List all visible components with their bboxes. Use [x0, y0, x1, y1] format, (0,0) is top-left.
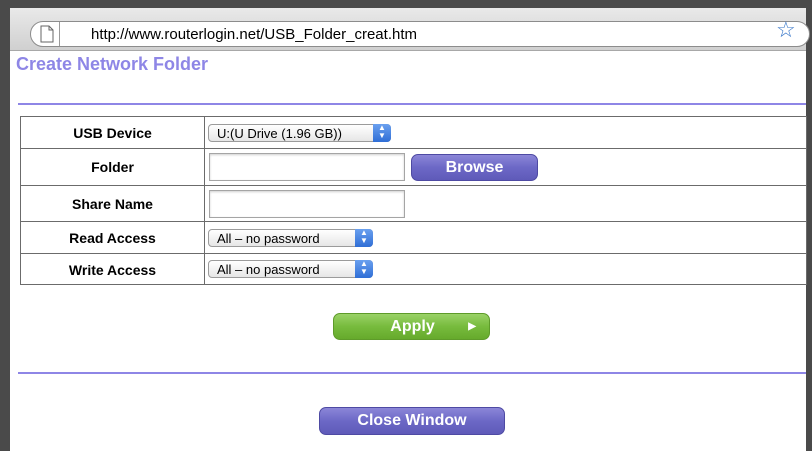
play-arrow-icon: ▶ [468, 321, 476, 332]
close-window-button[interactable]: Close Window [319, 407, 505, 435]
folder-input[interactable] [209, 153, 405, 181]
usb-device-label: USB Device [73, 125, 152, 141]
address-bar[interactable]: http://www.routerlogin.net/USB_Folder_cr… [30, 21, 810, 47]
row-read-access: Read Access All – no password ▲ ▼ [21, 222, 806, 254]
divider-bottom [18, 372, 806, 374]
window-frame-top [0, 0, 812, 8]
folder-label: Folder [91, 159, 134, 175]
row-share-name: Share Name [21, 186, 806, 222]
read-access-label: Read Access [69, 230, 156, 246]
read-access-select[interactable]: All – no password ▲ ▼ [208, 229, 373, 247]
page-title: Create Network Folder [16, 54, 209, 74]
address-separator [59, 22, 60, 46]
apply-button[interactable]: Apply ▶ [333, 313, 490, 340]
up-down-arrows-icon: ▲ ▼ [355, 260, 373, 278]
browse-button[interactable]: Browse [411, 154, 538, 181]
write-access-label: Write Access [68, 262, 157, 278]
row-folder: Folder Browse [21, 149, 806, 186]
up-down-arrows-icon: ▲ ▼ [373, 124, 391, 142]
browser-toolbar: http://www.routerlogin.net/USB_Folder_cr… [10, 8, 810, 51]
usb-device-select[interactable]: U:(U Drive (1.96 GB)) ▲ ▼ [208, 124, 391, 142]
page-icon [40, 25, 54, 43]
read-access-value: All – no password [217, 231, 320, 246]
star-icon[interactable]: ☆ [776, 19, 796, 41]
share-name-label: Share Name [72, 196, 153, 212]
url-text[interactable]: http://www.routerlogin.net/USB_Folder_cr… [91, 26, 417, 43]
window-frame-left [0, 0, 10, 451]
usb-device-value: U:(U Drive (1.96 GB)) [217, 126, 342, 141]
divider-top [18, 103, 806, 105]
row-usb-device: USB Device U:(U Drive (1.96 GB)) ▲ ▼ [21, 117, 806, 149]
row-write-access: Write Access All – no password ▲ ▼ [21, 254, 806, 285]
share-name-input[interactable] [209, 190, 405, 218]
up-down-arrows-icon: ▲ ▼ [355, 229, 373, 247]
folder-form-table: USB Device U:(U Drive (1.96 GB)) ▲ ▼ Fold… [20, 116, 807, 285]
write-access-select[interactable]: All – no password ▲ ▼ [208, 260, 373, 278]
write-access-value: All – no password [217, 262, 320, 277]
